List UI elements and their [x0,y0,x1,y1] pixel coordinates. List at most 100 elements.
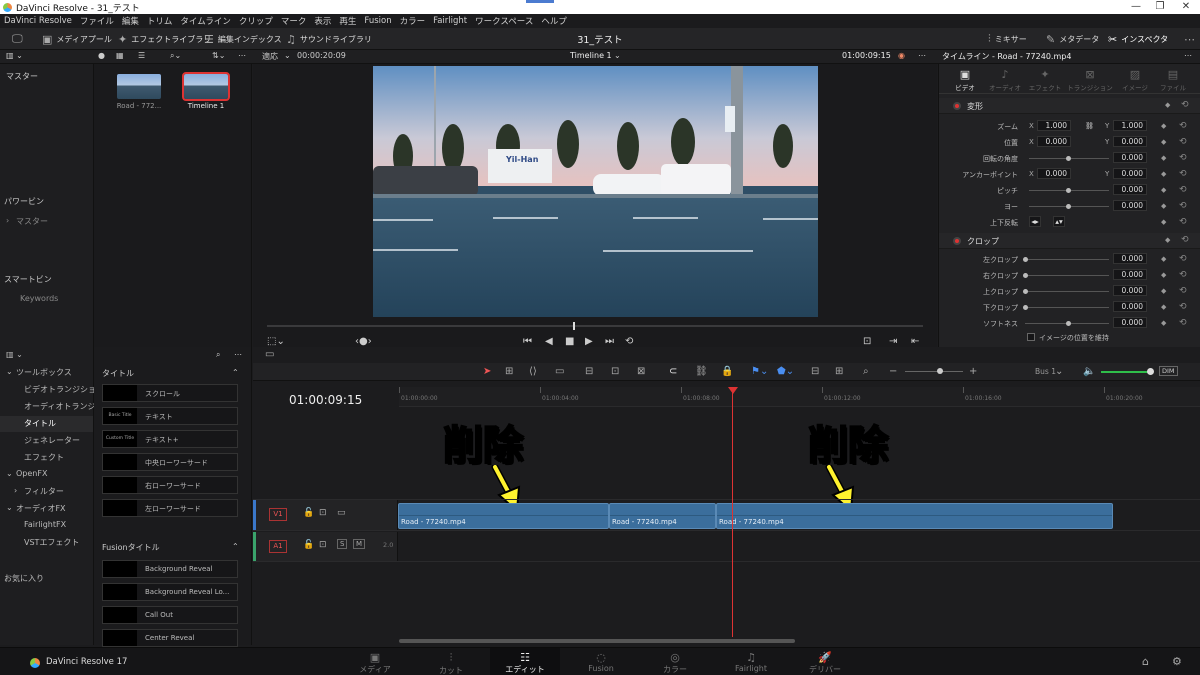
transform-enable-toggle[interactable] [953,102,961,110]
audio-bus-select[interactable]: Bus 1 [1035,367,1056,376]
transform-keyframe-icon[interactable]: ◆ [1165,101,1170,109]
dim-button[interactable]: DIM [1159,366,1178,376]
a1-lock-icon[interactable]: 🔓 [303,540,314,550]
flip-horizontal-button[interactable]: ◂▸ [1029,216,1041,227]
fx-titles[interactable]: タイトル [24,418,56,429]
crop-slider-knob[interactable] [1023,289,1028,294]
crop-slider[interactable] [1025,291,1109,292]
timeline-name[interactable]: Timeline 1 [570,51,612,60]
fx-audiofx[interactable]: オーディオFX [16,503,66,514]
v1-enable-icon[interactable]: ▭ [337,508,346,518]
fx-search-icon[interactable]: ⌕ [216,350,220,360]
timeline-ruler[interactable]: 01:00:00:00 01:00:04:00 01:00:08:00 01:00:1… [399,387,1200,407]
workspace-toggle-button[interactable]: 🖵 [12,28,23,50]
param-slider-knob[interactable] [1066,188,1071,193]
mark-out-icon[interactable]: ⇤ [911,336,919,347]
go-to-end-icon[interactable]: ⏭ [605,336,614,347]
openfx-expand-icon[interactable]: ⌄ [6,469,13,478]
keyframe-diamond-icon[interactable]: ◆ [1161,218,1166,226]
mixer-button[interactable]: ⫶ ミキサー [988,28,1027,50]
retain-image-position-checkbox[interactable] [1027,333,1035,341]
effect-item[interactable]: スクロール [102,384,238,402]
v1-auto-select-icon[interactable]: ⊡ [319,508,327,518]
reset-icon[interactable]: ⟲ [1179,217,1187,227]
param-slider-knob[interactable] [1066,204,1071,209]
reset-icon[interactable]: ⟲ [1179,137,1187,147]
viewer-more-icon[interactable]: ⋯ [918,51,926,60]
v1-track-label[interactable]: V1 [269,508,287,521]
page-color[interactable]: ◎ カラー [640,648,710,675]
transform-x-field[interactable]: 0.000 [1037,168,1071,179]
home-icon[interactable]: ⌂ [1142,655,1149,668]
sound-library-button[interactable]: ♫ サウンドライブラリ [286,28,372,50]
minimize-button[interactable]: — [1126,1,1146,12]
page-fairlight[interactable]: ♫ Fairlight [716,648,786,675]
media-search-icon[interactable]: ⌕⌄ [170,51,181,61]
media-clip-thumbnail[interactable] [117,74,161,99]
crop-value-field[interactable]: 0.000 [1113,253,1147,264]
thumbnail-view-icon[interactable]: ▦ [116,51,124,60]
fx-more-icon[interactable]: ⋯ [234,350,242,359]
metadata-button[interactable]: ✎ メタデータ [1046,28,1099,50]
crop-enable-toggle[interactable] [953,237,961,245]
match-frame-icon[interactable]: ⊡ [863,336,871,347]
keyframe-diamond-icon[interactable]: ◆ [1161,319,1166,327]
crop-slider-knob[interactable] [1023,305,1028,310]
viewer-frame[interactable]: Yil-Han [373,66,818,317]
smart-bin-keywords[interactable]: Keywords [20,294,58,303]
menu-color[interactable]: カラー [400,15,426,27]
crop-value-field[interactable]: 0.000 [1113,301,1147,312]
transform-section-header[interactable]: 変形 ◆ ⟲ [939,98,1200,114]
crop-slider[interactable] [1025,259,1109,260]
trim-tool-icon[interactable]: ⊞ [505,366,513,377]
tab-transition[interactable]: ⊠ トランジション [1067,68,1113,92]
settings-gear-icon[interactable]: ⚙ [1172,655,1182,668]
list-view-icon[interactable]: ☰ [138,51,145,60]
transform-overlay-icon[interactable]: ⬚⌄ [267,336,285,347]
effect-item[interactable]: Basic Title テキスト [102,407,238,425]
menu-playback[interactable]: 再生 [339,15,356,27]
replace-clip-icon[interactable]: ⊠ [637,366,645,377]
keyframe-diamond-icon[interactable]: ◆ [1161,271,1166,279]
fx-fairlightfx[interactable]: FairlightFX [24,520,66,529]
fx-toolbox[interactable]: ツールボックス [16,367,72,378]
a1-track-label[interactable]: A1 [269,540,287,553]
zoom-detail-icon[interactable]: ⊞ [835,366,843,377]
zoom-out-icon[interactable]: − [889,366,897,377]
link-icon[interactable]: ⛓ [1085,122,1094,130]
tab-effects[interactable]: ✦ エフェクト [1025,68,1065,92]
playhead[interactable] [732,387,733,637]
edit-index-button[interactable]: ☰ 編集インデックス [204,28,282,50]
crop-slider-knob[interactable] [1066,321,1071,326]
menu-file[interactable]: ファイル [80,15,114,27]
sort-icon[interactable]: ⇅⌄ [212,51,225,60]
menu-trim[interactable]: トリム [147,15,173,27]
fx-generators[interactable]: ジェネレーター [24,435,80,446]
effect-item[interactable]: Center Reveal [102,629,238,647]
toolbox-expand-icon[interactable]: ⌄ [6,367,13,376]
reset-icon[interactable]: ⟲ [1179,286,1187,296]
zoom-slider[interactable] [905,371,963,372]
menu-fairlight[interactable]: Fairlight [433,16,467,26]
crop-slider-knob[interactable] [1023,257,1028,262]
position-lock-icon[interactable]: 🔒 [721,366,733,377]
transform-y-field[interactable]: 0.000 [1113,168,1147,179]
crop-slider[interactable] [1025,275,1109,276]
page-media[interactable]: ▣ メディア [340,648,410,675]
fx-filters[interactable]: フィルター [24,486,64,497]
loop-icon[interactable]: ⟲ [625,336,633,347]
viewer-scrubber-handle[interactable] [573,322,575,330]
snapping-icon[interactable]: ⊂ [669,366,677,377]
crop-keyframe-icon[interactable]: ◆ [1165,236,1170,244]
reset-icon[interactable]: ⟲ [1179,121,1187,131]
timeline-clip-3[interactable]: Road - 77240.mp4 [716,503,1113,529]
param-value-field[interactable]: 0.000 [1113,200,1147,211]
a1-mute-button[interactable]: M [353,539,366,549]
marker-icon[interactable]: ⬟⌄ [777,366,794,377]
crop-value-field[interactable]: 0.000 [1113,285,1147,296]
fx-openfx[interactable]: OpenFX [16,469,47,478]
crop-value-field[interactable]: 0.000 [1113,317,1147,328]
tab-video[interactable]: ▣ ビデオ [945,68,985,92]
insert-clip-icon[interactable]: ⊟ [585,366,593,377]
viewer-scrubber[interactable] [267,325,923,327]
